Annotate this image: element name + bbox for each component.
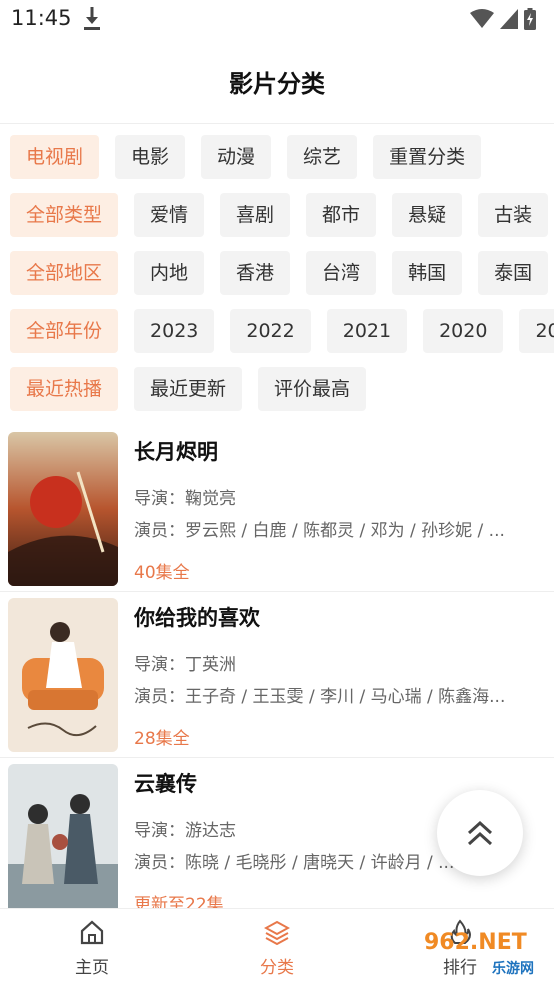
signal-icon bbox=[500, 9, 518, 29]
wifi-icon bbox=[470, 9, 494, 28]
filter-chip-year[interactable]: 2020 bbox=[423, 309, 504, 353]
battery-icon bbox=[524, 8, 536, 30]
movie-cast: 演员：王子奇 / 王玉雯 / 李川 / 马心瑞 / 陈鑫海... bbox=[134, 687, 506, 707]
filter-chip-year[interactable]: 2021 bbox=[326, 309, 408, 353]
page-title: 影片分类 bbox=[229, 70, 325, 98]
movie-episodes: 40集全 bbox=[134, 563, 190, 583]
movie-title: 云襄传 bbox=[134, 772, 197, 796]
filter-chip-tv[interactable]: 电视剧 bbox=[10, 135, 100, 179]
filter-chip-year[interactable]: 2022 bbox=[230, 309, 311, 353]
filter-chip-year[interactable]: 201 bbox=[519, 309, 554, 353]
movie-title: 你给我的喜欢 bbox=[134, 606, 260, 630]
filter-chip-all-years[interactable]: 全部年份 bbox=[10, 309, 119, 353]
nav-home-label: 主页 bbox=[75, 958, 109, 978]
filter-chip-genre[interactable]: 古装 bbox=[478, 193, 549, 237]
movie-cast: 演员：罗云熙 / 白鹿 / 陈都灵 / 邓为 / 孙珍妮 / ... bbox=[134, 521, 505, 541]
nav-category-label: 分类 bbox=[260, 958, 294, 978]
filter-chip-region[interactable]: 香港 bbox=[220, 251, 291, 295]
filter-chip-all-genres[interactable]: 全部类型 bbox=[10, 193, 119, 237]
movie-poster[interactable] bbox=[8, 764, 118, 908]
filter-row-category: 电视剧 电影 动漫 综艺 重置分类 bbox=[10, 135, 482, 179]
app-header: 影片分类 bbox=[0, 40, 554, 124]
movie-card[interactable]: 你给我的喜欢 导演：丁英洲 演员：王子奇 / 王玉雯 / 李川 / 马心瑞 / … bbox=[0, 592, 554, 758]
filter-chip-genre[interactable]: 喜剧 bbox=[220, 193, 291, 237]
scroll-to-top-button[interactable] bbox=[437, 790, 523, 876]
sort-chip-recent-hot[interactable]: 最近热播 bbox=[10, 367, 119, 411]
filter-chip-all-regions[interactable]: 全部地区 bbox=[10, 251, 119, 295]
site-watermark: 962.NET 乐游网 bbox=[414, 930, 550, 980]
status-time: 11:45 bbox=[11, 6, 72, 30]
movie-episodes: 更新至22集 bbox=[134, 895, 224, 908]
download-icon bbox=[84, 7, 100, 30]
filter-chip-genre[interactable]: 都市 bbox=[306, 193, 377, 237]
filter-chip-region[interactable]: 内地 bbox=[134, 251, 205, 295]
movie-poster[interactable] bbox=[8, 598, 118, 752]
filter-row-genre: 全部类型 爱情 喜剧 都市 悬疑 古装 bbox=[10, 193, 549, 237]
movie-card[interactable]: 长月烬明 导演：鞠觉亮 演员：罗云熙 / 白鹿 / 陈都灵 / 邓为 / 孙珍妮… bbox=[0, 426, 554, 592]
reset-filter-button[interactable]: 重置分类 bbox=[373, 135, 482, 179]
double-chevron-up-icon bbox=[467, 820, 493, 846]
movie-poster[interactable] bbox=[8, 432, 118, 586]
filter-chip-genre[interactable]: 爱情 bbox=[134, 193, 205, 237]
layers-icon bbox=[264, 920, 290, 945]
filter-row-region: 全部地区 内地 香港 台湾 韩国 泰国 bbox=[10, 251, 549, 295]
filter-chip-year[interactable]: 2023 bbox=[134, 309, 215, 353]
filter-chip-region[interactable]: 韩国 bbox=[392, 251, 463, 295]
movie-episodes: 28集全 bbox=[134, 729, 190, 749]
filter-chip-anime[interactable]: 动漫 bbox=[201, 135, 272, 179]
home-icon bbox=[80, 920, 104, 945]
nav-category[interactable]: 分类 bbox=[222, 919, 332, 978]
status-icons bbox=[470, 8, 536, 30]
filter-row-year: 全部年份 2023 2022 2021 2020 201 bbox=[10, 309, 554, 353]
filter-row-sort: 最近热播 最近更新 评价最高 bbox=[10, 367, 367, 411]
sort-chip-top-rated[interactable]: 评价最高 bbox=[258, 367, 367, 411]
movie-title: 长月烬明 bbox=[134, 440, 218, 464]
movie-director: 导演：鞠觉亮 bbox=[134, 489, 236, 509]
filter-chip-region[interactable]: 泰国 bbox=[478, 251, 549, 295]
filter-chip-region[interactable]: 台湾 bbox=[306, 251, 377, 295]
watermark-brand: 962.NET bbox=[424, 930, 527, 955]
filter-panel: 电视剧 电影 动漫 综艺 重置分类 全部类型 爱情 喜剧 都市 悬疑 古装 全部… bbox=[0, 124, 554, 422]
nav-home[interactable]: 主页 bbox=[37, 919, 147, 978]
filter-chip-movie[interactable]: 电影 bbox=[115, 135, 186, 179]
filter-chip-variety[interactable]: 综艺 bbox=[287, 135, 358, 179]
watermark-sub: 乐游网 bbox=[492, 961, 534, 977]
movie-director: 导演：丁英洲 bbox=[134, 655, 236, 675]
status-bar: 11:45 bbox=[0, 0, 554, 40]
sort-chip-recent-update[interactable]: 最近更新 bbox=[134, 367, 243, 411]
filter-chip-genre[interactable]: 悬疑 bbox=[392, 193, 463, 237]
